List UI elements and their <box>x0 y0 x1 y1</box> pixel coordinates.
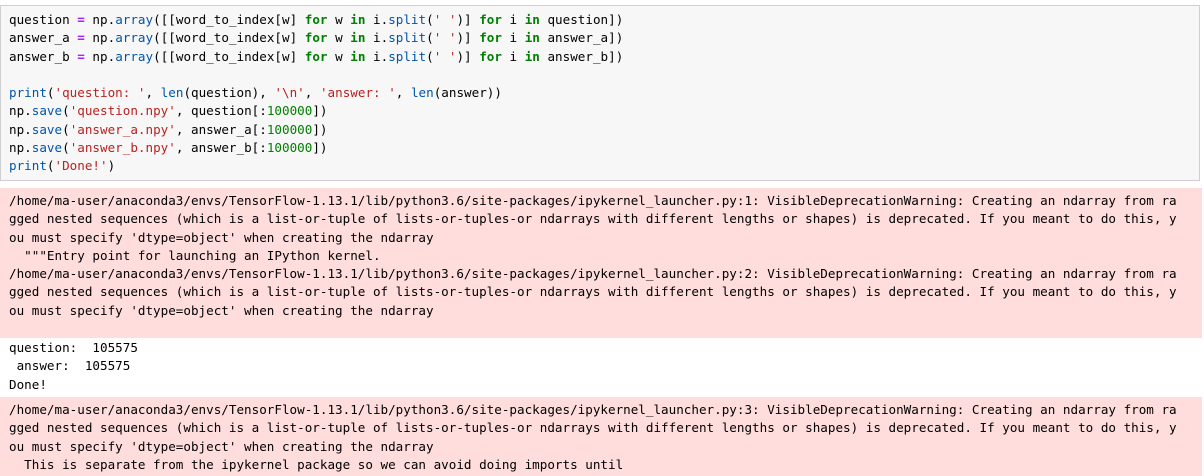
stderr-line: /home/ma-user/anaconda3/envs/TensorFlow-… <box>9 266 1177 282</box>
stdout-line: Done! <box>9 376 47 392</box>
stderr-line: ou must specify 'dtype=object' when crea… <box>9 438 434 454</box>
stderr-line: ou must specify 'dtype=object' when crea… <box>9 229 434 245</box>
stderr-line: gged nested sequences (which is a list-o… <box>9 420 1177 436</box>
code-line: question = np.array([[word_to_index[w] f… <box>9 12 624 27</box>
stdout-output: question: 105575 answer: 105575 Done! <box>0 339 138 394</box>
stderr-line: gged nested sequences (which is a list-o… <box>9 211 1177 227</box>
code-line: print('question: ', len(question), '\n',… <box>9 85 502 101</box>
stderr-output-1: /home/ma-user/anaconda3/envs/TensorFlow-… <box>0 188 1202 338</box>
stderr-line: """Entry point for launching an IPython … <box>9 247 381 263</box>
stderr-output-2: /home/ma-user/anaconda3/envs/TensorFlow-… <box>0 397 1202 476</box>
stderr-line: gged nested sequences (which is a list-o… <box>9 284 1177 300</box>
stderr-line: ou must specify 'dtype=object' when crea… <box>9 302 434 318</box>
code-line: np.save('answer_b.npy', answer_b[:100000… <box>9 140 328 156</box>
code-line: answer_b = np.array([[word_to_index[w] f… <box>9 48 624 64</box>
stderr-line: /home/ma-user/anaconda3/envs/TensorFlow-… <box>9 402 1177 417</box>
stdout-line: answer: 105575 <box>9 358 131 374</box>
stderr-line: This is separate from the ipykernel pack… <box>9 456 624 472</box>
notebook-page: question = np.array([[word_to_index[w] f… <box>0 0 1204 476</box>
stdout-line: question: 105575 <box>9 340 138 355</box>
code-cell-editor[interactable]: question = np.array([[word_to_index[w] f… <box>0 5 1200 181</box>
code-line: print('Done!') <box>9 158 116 174</box>
code-line: answer_a = np.array([[word_to_index[w] f… <box>9 30 624 46</box>
stderr-line: /home/ma-user/anaconda3/envs/TensorFlow-… <box>9 193 1177 208</box>
code-line: np.save('answer_a.npy', answer_a[:100000… <box>9 121 328 137</box>
code-line: np.save('question.npy', question[:100000… <box>9 103 328 119</box>
